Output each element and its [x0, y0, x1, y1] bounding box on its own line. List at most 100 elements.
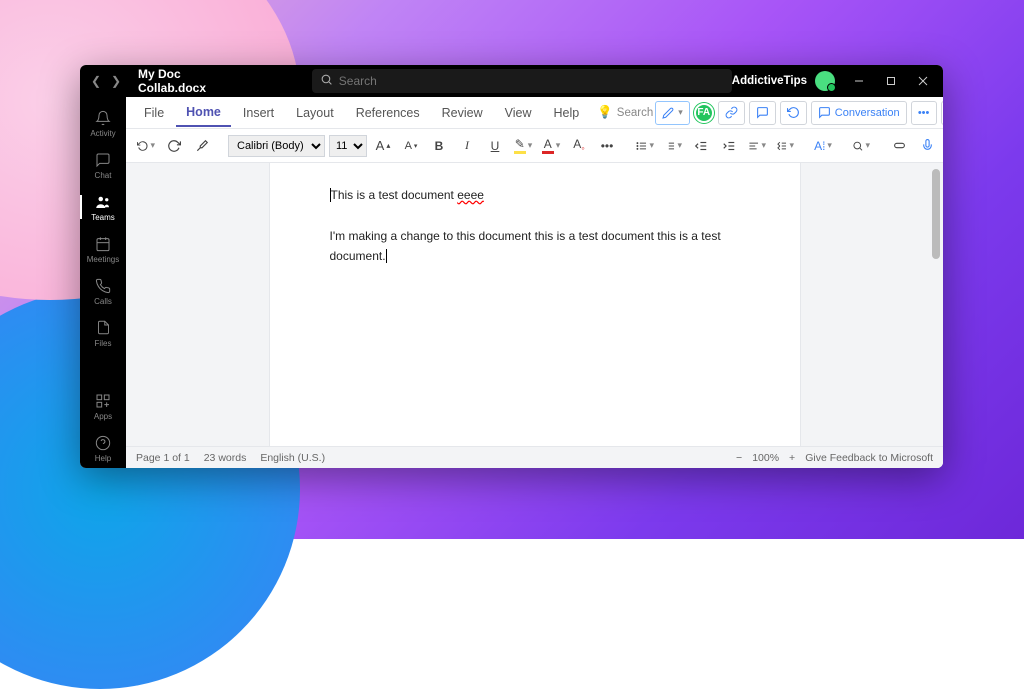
presence-avatar[interactable]: FA [694, 103, 714, 123]
vertical-scrollbar[interactable] [932, 169, 940, 440]
number-list-icon [664, 139, 675, 153]
font-size-select[interactable]: 11 [329, 135, 367, 157]
comments-button[interactable] [749, 101, 776, 125]
sidebar-item-apps[interactable]: Apps [80, 386, 126, 426]
numbering-button[interactable]: ▾ [661, 134, 685, 158]
sidebar-item-files[interactable]: Files [80, 313, 126, 353]
page[interactable]: This is a test document eeee I'm making … [270, 163, 800, 446]
align-button[interactable]: ▾ [745, 134, 769, 158]
redo-button[interactable] [162, 134, 186, 158]
tab-help[interactable]: Help [544, 100, 590, 126]
word-embed: File Home Insert Layout References Revie… [126, 97, 943, 468]
format-painter-button[interactable] [190, 134, 214, 158]
tab-layout[interactable]: Layout [286, 100, 344, 126]
org-name: AddictiveTips [732, 75, 807, 87]
zoom-level[interactable]: 100% [752, 452, 779, 464]
file-icon [94, 319, 112, 337]
scroll-thumb[interactable] [932, 169, 940, 259]
styles-button[interactable]: A⁞▾ [811, 134, 835, 158]
sidebar-item-teams[interactable]: Teams [80, 187, 126, 227]
doc-line-1a: This is a test document [331, 188, 458, 202]
home-toolbar: ▾ Calibri (Body) 11 A▴ A▾ B I U ✎▾ A▾ A◦… [126, 129, 943, 163]
undo-icon [137, 139, 148, 153]
sidebar-item-chat[interactable]: Chat [80, 145, 126, 185]
find-button[interactable]: ▾ [849, 134, 873, 158]
nav-forward-button[interactable]: ❯ [108, 73, 124, 89]
undo-button[interactable]: ▾ [134, 134, 158, 158]
more-font-button[interactable]: ••• [595, 134, 619, 158]
font-family-select[interactable]: Calibri (Body) [228, 135, 325, 157]
highlighter-icon: ✎ [514, 137, 526, 154]
font-color-button[interactable]: A▾ [539, 134, 563, 158]
decrease-indent-button[interactable] [689, 134, 713, 158]
close-doc-button[interactable]: Close [941, 101, 943, 125]
status-bar: Page 1 of 1 23 words English (U.S.) − 10… [126, 446, 943, 468]
sidebar-item-meetings[interactable]: Meetings [80, 229, 126, 269]
pencil-icon [662, 107, 674, 119]
tell-me-search[interactable]: 💡 Search [597, 105, 653, 120]
maximize-button[interactable] [875, 65, 907, 97]
sidebar-item-activity[interactable]: Activity [80, 103, 126, 143]
styles-icon: A⁞ [814, 139, 825, 153]
tab-review[interactable]: Review [432, 100, 493, 126]
tab-file[interactable]: File [134, 100, 174, 126]
more-options-button[interactable]: ••• [911, 101, 937, 125]
close-button[interactable] [907, 65, 939, 97]
minimize-button[interactable] [843, 65, 875, 97]
clear-formatting-button[interactable]: A◦ [567, 134, 591, 158]
line-spacing-button[interactable]: ▾ [773, 134, 797, 158]
teams-window: ❮ ❯ My Doc Collab.docx AddictiveTips [80, 65, 943, 468]
clear-format-icon: A◦ [573, 137, 585, 154]
tab-home[interactable]: Home [176, 99, 231, 127]
bell-icon [94, 109, 112, 127]
search-icon [320, 73, 333, 89]
tab-view[interactable]: View [495, 100, 542, 126]
bullets-button[interactable]: ▾ [633, 134, 657, 158]
status-lang[interactable]: English (U.S.) [260, 452, 325, 464]
dictate-button[interactable] [915, 134, 939, 158]
grow-font-button[interactable]: A▴ [371, 134, 395, 158]
outdent-icon [694, 139, 708, 153]
catch-up-button[interactable] [780, 101, 807, 125]
sidebar-item-help[interactable]: Help [80, 428, 126, 468]
zoom-out-button[interactable]: − [736, 452, 742, 464]
profile-avatar[interactable] [815, 71, 835, 91]
paintbrush-icon [195, 139, 209, 153]
link-icon [725, 106, 738, 119]
shrink-font-button[interactable]: A▾ [399, 134, 423, 158]
highlight-button[interactable]: ✎▾ [511, 134, 535, 158]
help-icon [94, 434, 112, 452]
zoom-in-button[interactable]: + [789, 452, 795, 464]
document-canvas[interactable]: This is a test document eeee I'm making … [126, 163, 943, 446]
italic-button[interactable]: I [455, 134, 479, 158]
dictate-toggle-button[interactable] [887, 134, 911, 158]
status-words[interactable]: 23 words [204, 452, 247, 464]
underline-button[interactable]: U [483, 134, 507, 158]
search-input[interactable] [339, 74, 724, 88]
doc-title: My Doc Collab.docx [132, 67, 222, 95]
tab-insert[interactable]: Insert [233, 100, 284, 126]
indent-icon [722, 139, 736, 153]
share-button[interactable] [718, 101, 745, 125]
global-search[interactable] [312, 69, 732, 93]
spelling-error[interactable]: eeee [457, 188, 484, 202]
search-icon [852, 139, 863, 153]
font-color-icon: A [542, 137, 554, 154]
bold-button[interactable]: B [427, 134, 451, 158]
phone-icon [94, 277, 112, 295]
teams-icon [94, 193, 112, 211]
sidebar-item-calls[interactable]: Calls [80, 271, 126, 311]
feedback-link[interactable]: Give Feedback to Microsoft [805, 452, 933, 464]
ribbon-tabs: File Home Insert Layout References Revie… [126, 97, 943, 129]
mic-icon [921, 139, 934, 152]
nav-back-button[interactable]: ❮ [88, 73, 104, 89]
increase-indent-button[interactable] [717, 134, 741, 158]
tab-references[interactable]: References [346, 100, 430, 126]
calendar-icon [94, 235, 112, 253]
editing-mode-dropdown[interactable]: ▾ [655, 101, 690, 125]
status-page[interactable]: Page 1 of 1 [136, 452, 190, 464]
conversation-button[interactable]: Conversation [811, 101, 907, 125]
apps-icon [94, 392, 112, 410]
bullet-list-icon [636, 139, 647, 153]
rewind-icon [787, 106, 800, 119]
